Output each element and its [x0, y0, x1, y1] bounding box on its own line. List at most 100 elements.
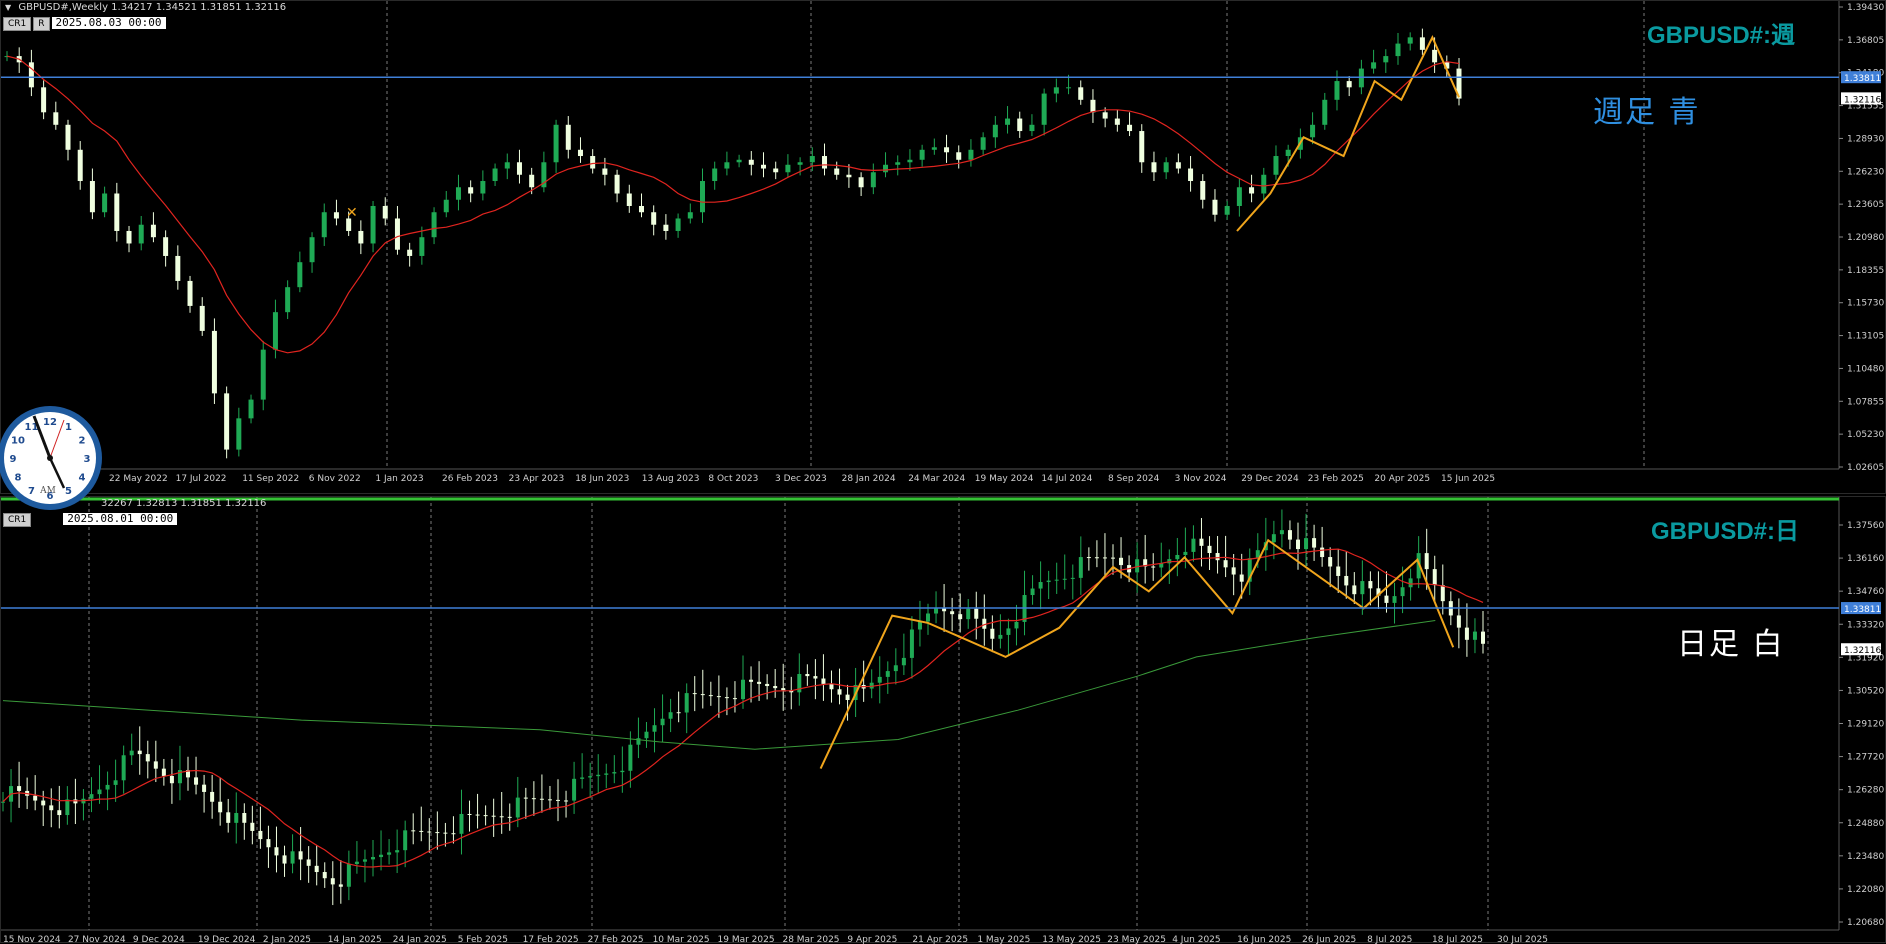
weekly-candle-body [285, 287, 291, 313]
daily-candle-body [749, 679, 754, 682]
daily-candle-body [41, 800, 46, 806]
clock-numeral-12: 12 [43, 417, 57, 428]
weekly-candle-body [309, 237, 315, 263]
daily-candle-body [966, 608, 971, 620]
daily-chart-header: 32267 1.32813 1.31851 1.32116 [101, 498, 266, 509]
weekly-candle-body [370, 205, 376, 244]
daily-candle-body [1094, 557, 1099, 559]
daily-candle-body [837, 689, 842, 695]
daily-candle-body [105, 784, 110, 790]
date-label: 19 May 2024 [975, 474, 1034, 484]
weekly-candle-body [1005, 118, 1011, 125]
daily-candle-body [765, 683, 770, 687]
daily-candle-body [1191, 538, 1196, 552]
daily-candle-body [1102, 557, 1107, 559]
weekly-candle-body [846, 174, 852, 178]
daily-candle-body [202, 784, 207, 792]
daily-candle-body [1030, 588, 1035, 596]
daily-candle-body [1456, 615, 1461, 628]
weekly-candle-body [1419, 37, 1425, 50]
price-label: 1.13105 [1847, 332, 1884, 342]
daily-candle-body [732, 698, 737, 700]
weekly-chart-pane[interactable]: 1.394301.368051.341801.315551.289301.262… [0, 0, 1886, 494]
daily-candle-body [990, 628, 995, 639]
price-label: 1.20680 [1847, 918, 1884, 928]
weekly-candle-body [602, 168, 608, 175]
weekly-candle-body [89, 181, 95, 213]
daily-candle-body [523, 797, 528, 799]
weekly-candle-body [1371, 62, 1377, 69]
weekly-candle-body [590, 156, 596, 169]
daily-candle-body [660, 718, 665, 726]
date-label: 23 Apr 2023 [509, 474, 565, 484]
daily-candle-body [628, 744, 633, 771]
daily-candle-body [1086, 557, 1091, 559]
daily-candle-body [73, 799, 78, 804]
daily-candle-body [998, 634, 1003, 639]
weekly-candle-body [822, 156, 828, 169]
weekly-candle-body [687, 212, 693, 219]
weekly-chart-canvas[interactable]: 1.394301.368051.341801.315551.289301.262… [1, 1, 1886, 495]
daily-candle-body [499, 816, 504, 818]
date-label: 22 May 2022 [109, 474, 168, 484]
daily-candle-body [515, 797, 520, 818]
daily-candle-body [644, 731, 649, 739]
price-label: 1.26230 [1847, 167, 1884, 177]
weekly-candle-body [773, 168, 779, 173]
weekly-candle-body [1041, 93, 1047, 125]
daily-chart-pane[interactable]: 1.37560 1.36160 1.34760 1.33320 1.31920 1.305… [0, 496, 1886, 944]
daily-candle-body [668, 712, 673, 719]
date-label: 8 Sep 2024 [1108, 474, 1160, 484]
weekly-cr1-button[interactable]: CR1 [3, 17, 32, 31]
daily-candle-body [700, 694, 705, 696]
daily-candle-body [1360, 581, 1365, 595]
daily-candle-body [33, 795, 38, 801]
price-label: 1.18355 [1847, 266, 1884, 276]
weekly-candle-body [1383, 56, 1389, 63]
weekly-candle-body [1224, 205, 1230, 215]
weekly-candle-body [1261, 174, 1267, 194]
price-label: 1.37560 [1847, 521, 1884, 531]
daily-candle-body [1271, 534, 1276, 543]
daily-candle-body [572, 778, 577, 801]
weekly-candle-body [736, 159, 742, 163]
daily-chart-canvas[interactable]: 1.375601.361601.347601.333201.319201.305… [1, 497, 1886, 944]
daily-candle-body [1006, 628, 1011, 635]
daily-candle-body [153, 761, 158, 769]
daily-candle-body [1223, 560, 1228, 568]
weekly-candle-body [1395, 43, 1401, 57]
daily-candle-body [443, 832, 448, 834]
daily-candle-body [1054, 579, 1059, 581]
price-label: 1.02605 [1847, 463, 1884, 473]
weekly-candle-body [126, 230, 132, 244]
weekly-candle-body [1139, 131, 1145, 163]
collapse-triangle-icon[interactable]: ▼ [5, 3, 11, 12]
price-label: 1.36160 [1847, 554, 1884, 564]
weekly-candle-body [516, 162, 522, 175]
daily-candle-body [290, 851, 295, 864]
weekly-candle-body [65, 124, 71, 150]
daily-candle-body [1296, 539, 1300, 550]
weekly-header-text: GBPUSD#,Weekly 1.34217 1.34521 1.31851 1… [18, 2, 287, 13]
daily-candle-body [893, 665, 898, 672]
daily-candle-body [387, 852, 392, 855]
daily-candle-body [346, 864, 351, 887]
daily-candle-body [531, 798, 536, 800]
weekly-r-button[interactable]: R [33, 17, 50, 31]
daily-candle-body [1352, 585, 1357, 595]
weekly-candle-body [102, 193, 108, 213]
date-label: 23 Feb 2025 [1308, 474, 1364, 484]
daily-candle-body [1207, 545, 1212, 554]
weekly-candle-body [1322, 99, 1328, 125]
daily-candle-body [1384, 595, 1389, 603]
date-label: 18 Jun 2023 [575, 474, 629, 484]
daily-candle-body [49, 805, 54, 811]
weekly-candle-body [272, 312, 278, 350]
weekly-datetime-box[interactable]: 2025.08.03 00:00 [51, 17, 166, 29]
daily-candle-body [411, 830, 416, 832]
date-label: 1 Jan 2023 [375, 474, 423, 484]
daily-candle-body [564, 800, 569, 802]
daily-candle-body [821, 678, 826, 684]
daily-candle-body [169, 775, 174, 784]
clock-numeral-4: 4 [79, 473, 86, 484]
